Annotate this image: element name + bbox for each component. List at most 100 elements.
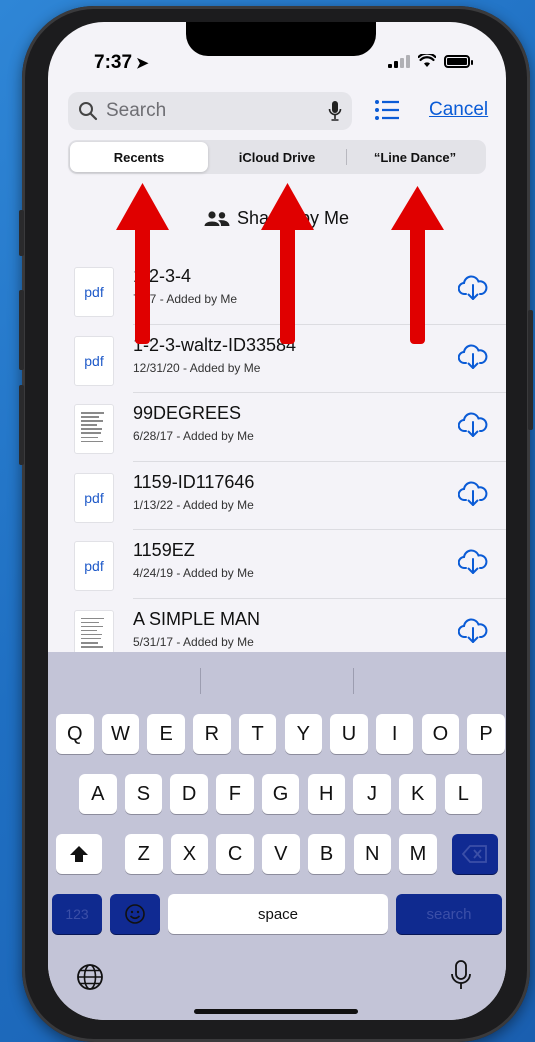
status-time: 7:37 ➤ xyxy=(94,52,149,74)
key-r[interactable]: R xyxy=(193,714,231,754)
key-g[interactable]: G xyxy=(261,774,300,814)
emoji-icon xyxy=(125,904,145,924)
file-list: pdf 1-2-3-4 7/17 - Added by Me pdf 1-2-3-wal… xyxy=(48,264,506,675)
file-row[interactable]: pdf 1159EZ 4/24/19 - Added by Me xyxy=(48,538,506,607)
key-v[interactable]: V xyxy=(262,834,300,874)
home-indicator xyxy=(194,1009,358,1014)
key-k[interactable]: K xyxy=(398,774,437,814)
file-name: 1159-ID117646 xyxy=(133,471,255,492)
key-e[interactable]: E xyxy=(147,714,185,754)
shared-by-me-label: Shared by Me xyxy=(237,208,350,228)
suggestion-divider xyxy=(200,668,201,694)
row-separator xyxy=(133,460,506,462)
file-name: 1-2-3-waltz-ID33584 xyxy=(133,334,297,355)
battery-icon xyxy=(444,54,473,68)
suggestion-divider xyxy=(353,668,354,694)
key-c[interactable]: C xyxy=(216,834,254,874)
key-o[interactable]: O xyxy=(421,714,460,754)
key-y[interactable]: Y xyxy=(284,714,322,754)
cloud-download-icon[interactable] xyxy=(458,618,488,644)
pdf-thumbnail-label: pdf xyxy=(84,489,104,506)
location-arrow-icon: ➤ xyxy=(136,55,149,72)
search-icon xyxy=(79,102,98,121)
status-icons xyxy=(388,54,473,68)
phone-screen: 7:37➤ Cancel Recents iCloud D xyxy=(48,22,506,1020)
shift-key[interactable] xyxy=(56,834,102,874)
row-separator xyxy=(133,597,506,599)
key-u[interactable]: U xyxy=(330,714,368,754)
cloud-download-icon[interactable] xyxy=(458,549,488,575)
shared-by-me-row[interactable]: Shared by Me xyxy=(204,208,349,229)
notch xyxy=(186,22,376,56)
key-w[interactable]: W xyxy=(101,714,140,754)
key-d[interactable]: D xyxy=(170,774,208,814)
globe-icon[interactable] xyxy=(76,963,104,991)
document-lines xyxy=(81,412,107,445)
file-row[interactable]: 99DEGREES 6/28/17 - Added by Me xyxy=(48,401,506,470)
cellular-signal-icon xyxy=(388,54,410,68)
delete-key[interactable] xyxy=(452,834,498,874)
file-row[interactable]: pdf 1-2-3-4 7/17 - Added by Me xyxy=(48,264,506,333)
row-separator xyxy=(133,323,506,325)
row-separator xyxy=(133,392,506,393)
key-m[interactable]: M xyxy=(399,834,437,874)
file-meta: 7/17 - Added by Me xyxy=(133,292,238,306)
key-q[interactable]: Q xyxy=(56,714,94,754)
emoji-key[interactable] xyxy=(110,894,160,934)
file-meta: 5/31/17 - Added by Me xyxy=(133,634,254,649)
file-row[interactable]: pdf 1159-ID117646 1/13/22 - Added by Me xyxy=(48,470,506,539)
keyboard-mic-icon[interactable] xyxy=(450,960,472,992)
pdf-thumbnail-label: pdf xyxy=(84,558,104,574)
search-input[interactable] xyxy=(104,99,308,123)
location-segmented-control: Recents iCloud Drive “Line Dance” xyxy=(68,140,486,174)
key-a[interactable]: A xyxy=(79,774,117,814)
search-key[interactable]: search xyxy=(396,894,502,934)
pdf-thumbnail: pdf xyxy=(74,541,114,591)
cancel-button[interactable]: Cancel xyxy=(429,99,488,121)
dictation-mic-icon[interactable] xyxy=(328,100,342,122)
pdf-thumbnail-label: pdf xyxy=(84,352,104,369)
key-b[interactable]: B xyxy=(307,834,346,874)
file-meta: 12/31/20 - Added by Me xyxy=(133,360,261,375)
list-view-icon[interactable] xyxy=(374,98,400,122)
cloud-download-icon[interactable] xyxy=(458,481,488,507)
pdf-thumbnail: pdf xyxy=(74,267,114,317)
key-p[interactable]: P xyxy=(467,714,505,754)
file-name: 99DEGREES xyxy=(133,403,242,423)
file-name: A SIMPLE MAN xyxy=(133,608,261,629)
pdf-thumbnail-label: pdf xyxy=(84,284,104,300)
cloud-download-icon[interactable] xyxy=(458,412,488,438)
pdf-thumbnail: pdf xyxy=(74,335,114,386)
volume-up-button xyxy=(19,290,24,370)
file-meta: 1/13/22 - Added by Me xyxy=(133,497,254,512)
numbers-key[interactable]: 123 xyxy=(52,894,102,934)
cloud-download-icon[interactable] xyxy=(458,344,488,370)
key-n[interactable]: N xyxy=(353,834,391,874)
cloud-download-icon[interactable] xyxy=(458,275,488,301)
key-t[interactable]: T xyxy=(238,714,277,754)
tab-icloud-drive[interactable]: iCloud Drive xyxy=(208,142,346,172)
people-icon xyxy=(204,210,230,226)
keyboard: Q W E R T Y U I O P A S D F G H J K L Z X C V B N M 123 space search xyxy=(48,652,506,1020)
key-j[interactable]: J xyxy=(353,774,391,814)
key-s[interactable]: S xyxy=(124,774,163,814)
key-f[interactable]: F xyxy=(216,774,254,814)
delete-icon xyxy=(462,845,487,863)
key-i[interactable]: I xyxy=(375,714,414,754)
key-l[interactable]: L xyxy=(444,774,483,814)
key-h[interactable]: H xyxy=(307,774,345,814)
tab-line-dance[interactable]: “Line Dance” xyxy=(346,142,484,172)
key-z[interactable]: Z xyxy=(125,834,163,874)
space-key[interactable]: space xyxy=(168,894,388,934)
file-meta: 4/24/19 - Added by Me xyxy=(133,566,254,580)
row-separator xyxy=(133,529,506,530)
file-meta: 6/28/17 - Added by Me xyxy=(133,429,254,443)
file-row[interactable]: pdf 1-2-3-waltz-ID33584 12/31/20 - Added b… xyxy=(48,333,506,402)
wifi-icon xyxy=(418,54,436,67)
key-x[interactable]: X xyxy=(170,834,209,874)
search-bar[interactable] xyxy=(68,92,352,130)
side-button xyxy=(528,310,533,430)
file-name: 1-2-3-4 xyxy=(133,266,192,286)
tab-recents[interactable]: Recents xyxy=(70,142,208,172)
file-name: 1159EZ xyxy=(133,540,195,560)
